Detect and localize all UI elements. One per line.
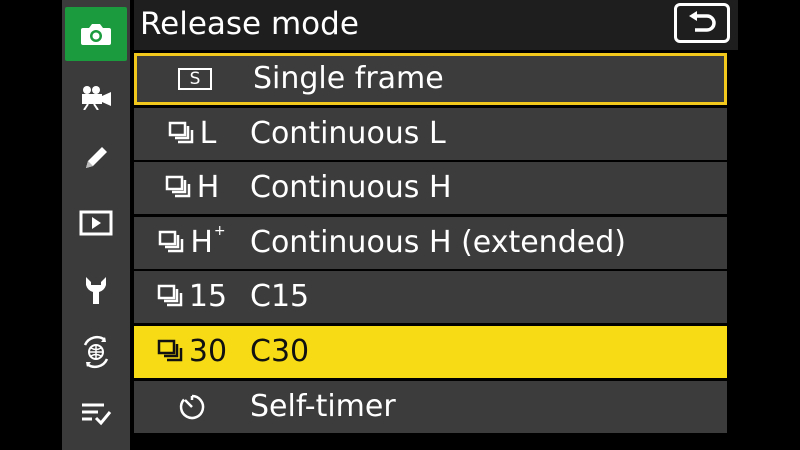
sidebar-item-setup[interactable] [65,263,127,317]
burst-frames-icon [165,175,190,198]
list-item-self-timer[interactable]: Self-timer [134,381,727,433]
menu-sidebar [62,0,130,450]
burst-frames-icon [157,284,183,307]
sidebar-item-retouch[interactable] [65,131,127,185]
burst-frames-icon [168,121,193,144]
timer-icon [179,394,205,420]
camera-menu-screen: Release mode S Single frame L Continuous… [0,0,800,450]
c30-icon: 30 [134,326,250,378]
list-item-continuous-h[interactable]: H Continuous H [134,162,727,214]
wrench-icon [86,277,106,304]
return-arrow-icon [689,11,716,32]
page-title: Release mode [140,6,359,42]
list-item-c30[interactable]: 30 C30 [134,326,727,378]
single-frame-icon: S [137,53,253,105]
continuous-h-icon: H [134,162,250,214]
back-button[interactable] [674,3,730,43]
pencil-icon [86,147,107,168]
list-item-label: Continuous L [250,116,446,151]
sidebar-item-photo-shooting[interactable] [65,7,127,61]
self-timer-icon [134,381,250,433]
movie-camera-icon [82,86,111,110]
continuous-l-icon: L [134,108,250,160]
list-item-label: Self-timer [250,389,396,424]
network-icon [83,335,109,369]
playback-icon [79,210,113,236]
list-item-single-frame[interactable]: S Single frame [134,53,727,105]
sidebar-item-network[interactable] [65,325,127,379]
burst-frames-icon [157,339,183,362]
sidebar-item-movie-shooting[interactable] [65,70,127,124]
my-menu-icon [82,403,112,426]
list-item-label: Continuous H [250,170,452,205]
camera-icon [81,24,111,45]
continuous-h-extended-icon: H + [134,217,250,269]
menu-header: Release mode [134,0,738,50]
list-item-label: C30 [250,334,310,369]
burst-frames-icon [159,230,184,253]
list-item-continuous-l[interactable]: L Continuous L [134,108,727,160]
list-item-continuous-h-extended[interactable]: H + Continuous H (extended) [134,217,727,269]
list-item-label: C15 [250,279,310,314]
sidebar-item-playback[interactable] [65,196,127,250]
list-item-label: Single frame [253,61,444,96]
list-item-c15[interactable]: 15 C15 [134,271,727,323]
c15-icon: 15 [134,271,250,323]
sidebar-item-my-menu[interactable] [65,386,127,440]
list-item-label: Continuous H (extended) [250,225,626,260]
